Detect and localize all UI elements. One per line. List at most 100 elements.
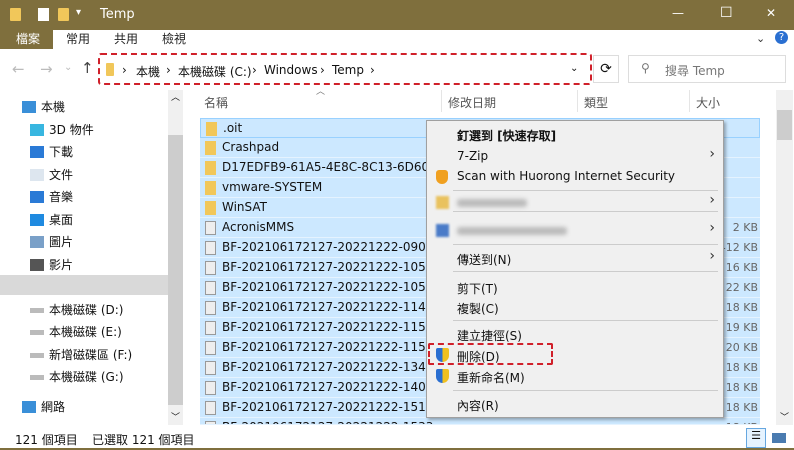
quick-access-dropdown-icon[interactable]: ▾ <box>76 7 81 18</box>
file-name: BF-202106172127-20221222-1055a <box>222 280 441 294</box>
file-row[interactable]: BF-202106172127-20221222-153318 KB <box>200 418 760 425</box>
nav-item-label: 本機磁碟 (G:) <box>49 370 124 384</box>
search-input[interactable]: ⚲ 搜尋 Temp <box>628 55 786 83</box>
forward-button[interactable]: → <box>40 60 53 78</box>
new-folder-icon[interactable] <box>58 8 69 21</box>
breadcrumb-this-pc[interactable]: 本機 <box>136 63 160 80</box>
nav-scrollbar[interactable]: ︿ ﹀ <box>168 90 183 425</box>
file-size: 16 KB <box>725 261 758 274</box>
file-name: BF-202106172127-20221222-1055 <box>222 260 434 274</box>
breadcrumb-temp[interactable]: Temp <box>332 63 364 77</box>
nav-item[interactable]: 影片 <box>30 255 73 275</box>
menu-send-to[interactable]: 傳送到(N) <box>457 251 511 268</box>
nav-item[interactable]: 新增磁碟區 (F:) <box>30 345 132 365</box>
nav-item-label: 本機 <box>41 100 66 114</box>
submenu-arrow-icon: › <box>709 146 715 162</box>
column-size[interactable]: 大小 <box>696 94 720 111</box>
tab-home[interactable]: 常用 <box>54 30 103 49</box>
music-icon <box>30 191 44 203</box>
huorong-icon <box>436 170 448 184</box>
tab-file[interactable]: 檔案 <box>0 30 57 49</box>
tab-view[interactable]: 檢視 <box>150 30 199 49</box>
breadcrumb-c-drive[interactable]: 本機磁碟 (C:) <box>178 63 252 80</box>
tab-share[interactable]: 共用 <box>102 30 151 49</box>
large-icons-view-icon[interactable] <box>772 433 786 443</box>
back-button[interactable]: ← <box>12 60 25 78</box>
minimize-button[interactable]: — <box>672 6 684 20</box>
nav-item-label: 網路 <box>41 400 66 414</box>
column-name[interactable]: 名稱 <box>204 94 228 111</box>
nav-item[interactable]: 3D 物件 <box>30 120 94 140</box>
menu-create-shortcut[interactable]: 建立捷徑(S) <box>457 327 522 344</box>
file-name: vmware-SYSTEM <box>222 180 323 194</box>
file-icon <box>205 381 216 395</box>
menu-copy[interactable]: 複製(C) <box>457 300 499 317</box>
menu-cut[interactable]: 剪下(T) <box>457 280 498 297</box>
file-name: BF-202106172127-20221222-1143 <box>222 300 434 314</box>
file-name: BF-202106172127-20221222-1405 <box>222 380 434 394</box>
help-icon[interactable]: ? <box>775 31 788 44</box>
details-view-icon[interactable]: ☰ <box>746 428 766 448</box>
file-size: 18 KB <box>725 361 758 374</box>
video-icon <box>30 259 44 271</box>
up-button[interactable]: ↑ <box>81 59 94 77</box>
desktop-icon <box>30 214 44 226</box>
nav-item-label: 3D 物件 <box>49 123 94 137</box>
nav-item-label: 影片 <box>49 258 74 272</box>
folder-icon <box>10 8 21 21</box>
menu-scan-huorong[interactable]: Scan with Huorong Internet Security <box>457 169 675 183</box>
maximize-button[interactable]: ☐ <box>720 5 733 21</box>
nav-item[interactable]: 網路 <box>22 397 65 417</box>
refresh-button[interactable]: ⟳ <box>593 55 619 83</box>
nav-item-label: 下載 <box>49 145 74 159</box>
close-button[interactable]: ✕ <box>766 6 776 20</box>
menu-delete[interactable]: 刪除(D) <box>457 348 500 365</box>
properties-icon[interactable] <box>38 8 49 21</box>
file-scrollbar[interactable]: ﹀ <box>776 90 793 425</box>
menu-7zip[interactable]: 7-Zip <box>457 149 488 163</box>
nav-item-label: 新增磁碟區 (F:) <box>49 348 133 362</box>
nav-item[interactable]: 桌面 <box>30 210 73 230</box>
column-date[interactable]: 修改日期 <box>448 94 496 111</box>
folder-icon <box>106 63 114 76</box>
menu-rename[interactable]: 重新命名(M) <box>457 369 525 386</box>
nav-item[interactable]: 圖片 <box>30 232 73 252</box>
file-name: .oit <box>223 121 243 135</box>
address-dropdown-icon[interactable]: ⌄ <box>570 63 578 74</box>
file-size: 18 KB <box>725 401 758 414</box>
blurred-menu-item[interactable] <box>457 227 567 235</box>
file-name: BF-202106172127-20221222-1152 <box>222 320 434 334</box>
folder-icon <box>205 161 216 175</box>
uac-shield-icon <box>436 348 449 362</box>
item-count: 121 個項目 <box>15 433 78 447</box>
nav-item[interactable]: 音樂 <box>30 187 73 207</box>
file-name: AcronisMMS <box>222 220 295 234</box>
nav-item[interactable]: 本機 <box>22 97 65 117</box>
nav-item-label: 桌面 <box>49 213 74 227</box>
file-name: BF-202106172127-20221222-1159 <box>222 340 434 354</box>
nav-item[interactable]: 本機磁碟 (E:) <box>30 322 122 342</box>
file-icon <box>205 221 216 235</box>
pictures-icon <box>30 236 44 248</box>
blurred-menu-item[interactable] <box>457 199 527 207</box>
file-size: 412 KB <box>718 241 758 254</box>
nav-item[interactable]: 文件 <box>30 165 73 185</box>
drive-icon <box>30 352 44 358</box>
file-name: BF-202106172127-20221222-1519 <box>222 400 434 414</box>
menu-properties[interactable]: 內容(R) <box>457 397 499 414</box>
nav-item-label: 本機磁碟 (E:) <box>49 325 122 339</box>
recent-dropdown[interactable]: ⌄ <box>64 62 72 73</box>
file-size: 19 KB <box>725 321 758 334</box>
nav-item[interactable]: 本機磁碟 (D:) <box>30 300 123 320</box>
nav-item[interactable]: 本機磁碟 (G:) <box>30 367 124 387</box>
menu-pin-quick-access[interactable]: 釘選到 [快速存取] <box>457 127 556 144</box>
column-type[interactable]: 類型 <box>584 94 608 111</box>
breadcrumb-windows[interactable]: Windows <box>264 63 318 77</box>
expand-ribbon-icon[interactable]: ⌄ <box>756 32 765 45</box>
address-bar[interactable]: › 本機 › 本機磁碟 (C:) › Windows › Temp › ⌄ <box>98 53 592 85</box>
nav-item[interactable]: 下載 <box>30 142 73 162</box>
file-icon <box>205 401 216 415</box>
file-name: Crashpad <box>222 140 280 154</box>
uac-shield-icon <box>436 369 449 383</box>
blurred-app-icon <box>436 224 449 237</box>
